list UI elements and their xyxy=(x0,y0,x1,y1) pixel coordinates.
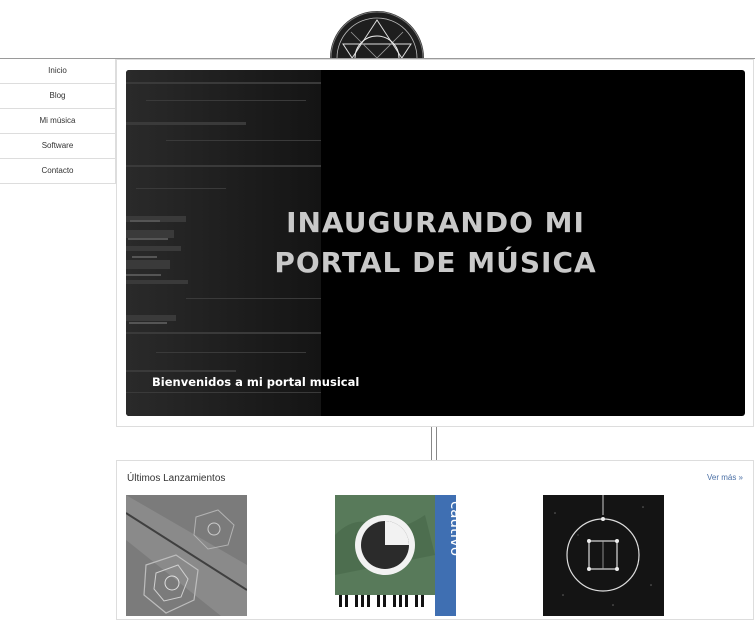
see-more-link[interactable]: Ver más » xyxy=(707,473,743,482)
site-logo[interactable] xyxy=(329,10,425,59)
nav-item-inicio[interactable]: Inicio xyxy=(0,59,115,84)
hero-title-line-2: PORTAL DE MÚSICA xyxy=(274,246,597,279)
site-header xyxy=(0,0,755,59)
cautivo-cover-text: cautivo xyxy=(447,501,456,556)
cautivo-album-cover[interactable]: cautivo xyxy=(335,495,456,616)
hero-title-line-1: INAUGURANDO MI xyxy=(286,206,585,239)
hero-title: INAUGURANDO MI PORTAL DE MÚSICA xyxy=(126,203,745,283)
nav-item-mi-musica[interactable]: Mi música xyxy=(0,109,115,134)
hero-panel: INAUGURANDO MI PORTAL DE MÚSICA Bienveni… xyxy=(116,59,754,427)
section-connector xyxy=(431,427,437,461)
constellation-album-cover[interactable] xyxy=(543,495,664,616)
latest-releases-panel: Últimos Lanzamientos Ver más » cautivo xyxy=(116,460,754,620)
nav-item-software[interactable]: Software xyxy=(0,134,115,159)
rose-album-cover[interactable] xyxy=(126,495,247,616)
releases-title: Últimos Lanzamientos xyxy=(127,473,226,484)
hero-banner[interactable]: INAUGURANDO MI PORTAL DE MÚSICA Bienveni… xyxy=(126,70,745,416)
hero-caption: Bienvenidos a mi portal musical xyxy=(152,375,360,389)
nav-item-blog[interactable]: Blog xyxy=(0,84,115,109)
nav-item-contacto[interactable]: Contacto xyxy=(0,159,115,184)
sidebar-nav: Inicio Blog Mi música Software Contacto xyxy=(0,59,116,184)
